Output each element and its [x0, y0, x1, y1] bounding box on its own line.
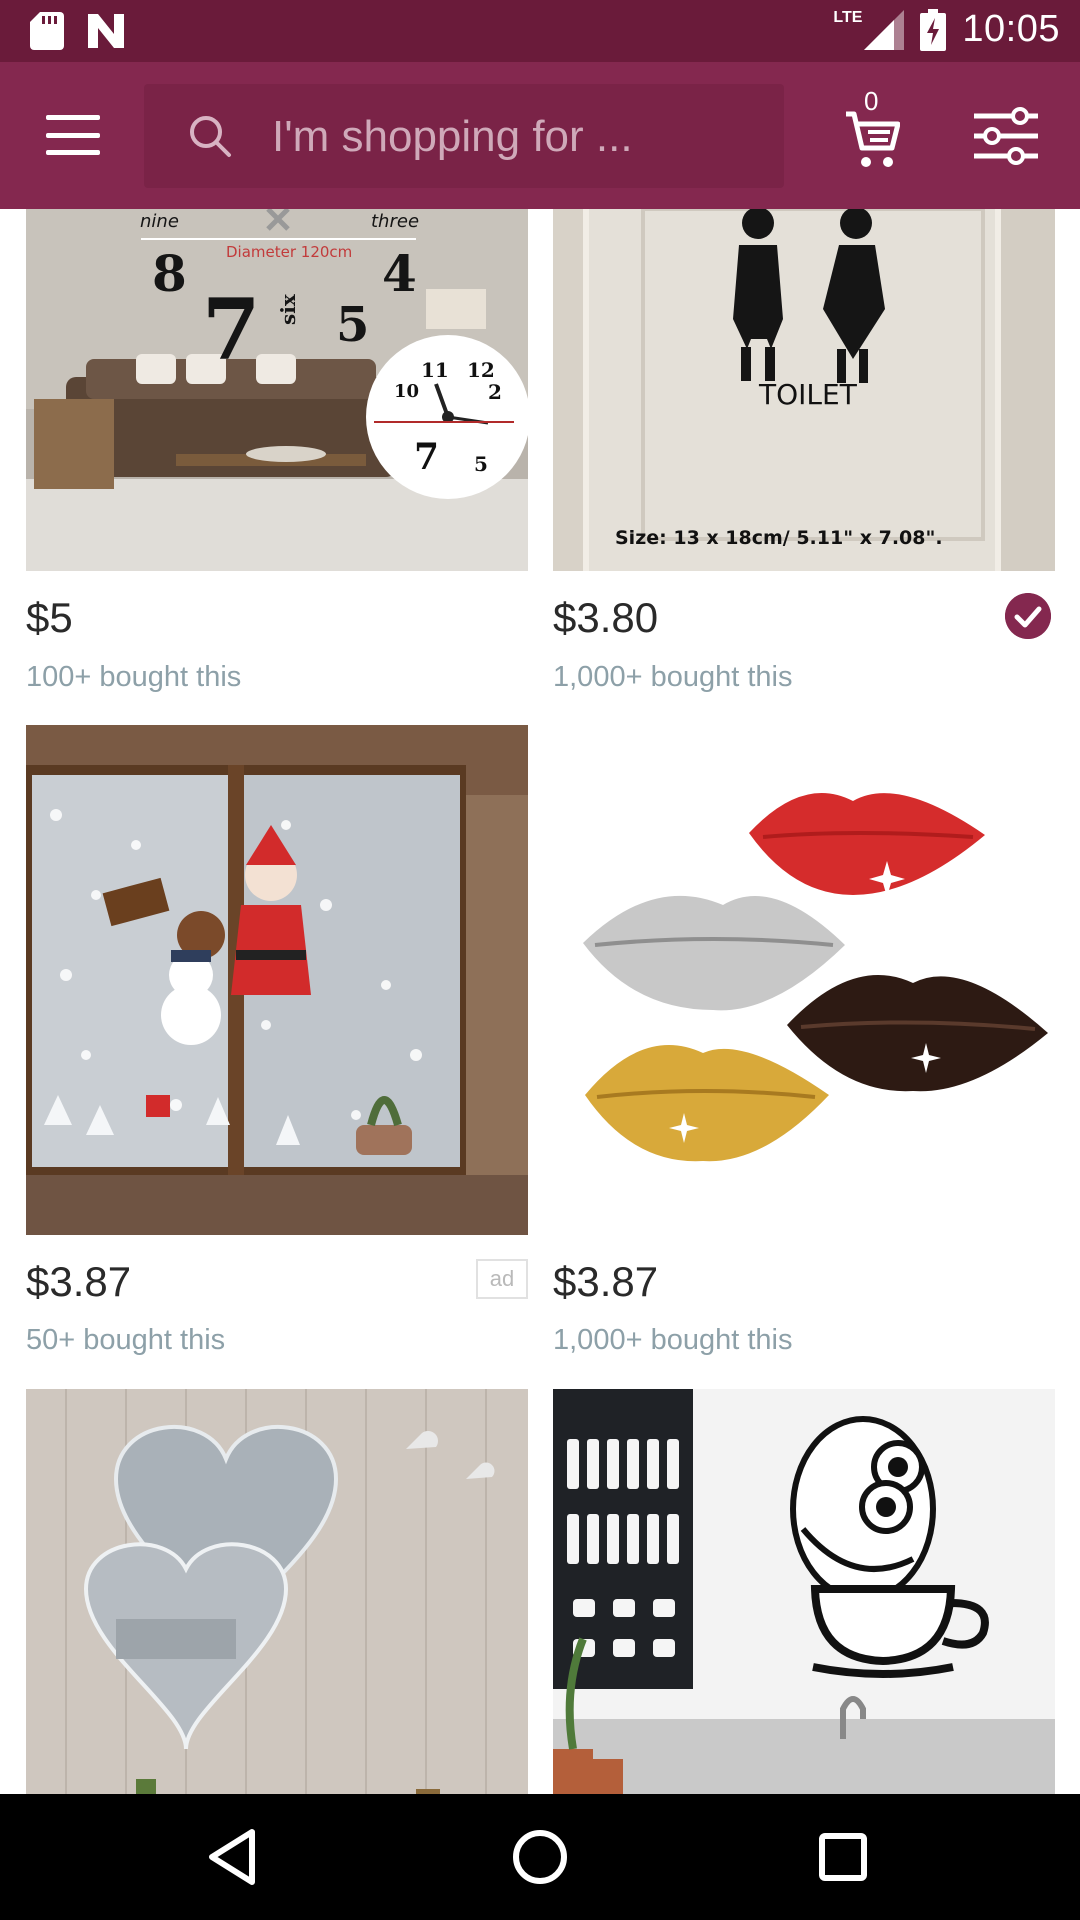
svg-text:12: 12 — [467, 358, 495, 382]
product-image[interactable] — [26, 725, 528, 1235]
search-icon — [190, 116, 231, 157]
product-card[interactable]: 11 12 10 2 7 5 8 4 7 5 six nine three Di… — [26, 209, 528, 714]
product-bought-count: 1,000+ bought this — [553, 661, 793, 693]
search-placeholder: I'm shopping for ... — [272, 112, 633, 161]
product-card[interactable] — [553, 1389, 1055, 1794]
clock-word-nine: nine — [140, 211, 179, 232]
sd-card-icon — [30, 12, 64, 50]
product-card[interactable]: $3.87 ad 50+ bought this — [26, 725, 528, 1375]
product-image[interactable]: TOILET Size: 13 x 18cm/ 5.11" x 7.08". — [553, 209, 1055, 571]
menu-icon-line — [46, 115, 100, 120]
search-input[interactable]: I'm shopping for ... — [144, 84, 784, 188]
svg-text:2: 2 — [488, 380, 502, 404]
product-bought-count: 100+ bought this — [26, 661, 242, 693]
product-image[interactable] — [26, 1389, 528, 1794]
product-bought-count: 50+ bought this — [26, 1324, 226, 1356]
clock-digit-5: 5 — [336, 297, 369, 353]
product-grid: 11 12 10 2 7 5 8 4 7 5 six nine three Di… — [0, 209, 1080, 1794]
menu-icon-line — [46, 132, 100, 138]
svg-text:10: 10 — [394, 381, 419, 402]
toilet-label: TOILET — [758, 378, 858, 411]
notification-n-icon — [88, 14, 124, 48]
cart-button[interactable]: 0 — [838, 86, 908, 172]
product-image[interactable] — [553, 1389, 1055, 1794]
product-price: $3.80 — [553, 594, 659, 641]
toilet-size-label: Size: 13 x 18cm/ 5.11" x 7.08". — [615, 527, 943, 549]
recents-icon[interactable] — [808, 1822, 878, 1892]
clock-digit-8: 8 — [152, 244, 187, 303]
cart-icon — [846, 111, 900, 167]
product-image[interactable] — [553, 725, 1055, 1235]
product-price: $3.87 — [26, 1258, 132, 1305]
back-icon[interactable] — [200, 1822, 270, 1892]
product-card[interactable]: $3.87 1,000+ bought this — [553, 725, 1055, 1375]
battery-charging-icon — [920, 8, 947, 51]
status-time: 10:05 — [962, 8, 1060, 50]
filter-icon — [974, 107, 1038, 165]
product-bought-count: 1,000+ bought this — [553, 1324, 793, 1356]
svg-text:5: 5 — [474, 452, 488, 476]
home-icon[interactable] — [505, 1822, 575, 1892]
ad-badge: ad — [476, 1259, 528, 1299]
status-bar: LTE 10:05 — [0, 0, 1080, 62]
menu-button[interactable] — [40, 107, 106, 163]
product-card[interactable] — [26, 1389, 528, 1794]
svg-text:11: 11 — [421, 358, 449, 382]
clock-digit-4: 4 — [382, 244, 417, 303]
clock-diameter-label: Diameter 120cm — [226, 243, 352, 261]
product-price: $3.87 — [553, 1258, 659, 1305]
product-price: $5 — [26, 594, 73, 641]
clock-digit-7: 7 — [202, 280, 260, 379]
menu-icon-line — [46, 150, 100, 155]
filter-button[interactable] — [972, 106, 1040, 166]
app-bar: I'm shopping for ... 0 — [0, 62, 1080, 209]
clock-word-six: six — [276, 293, 300, 325]
lte-signal-icon — [864, 9, 905, 50]
system-navigation-bar — [0, 1794, 1080, 1920]
clock-word-three: three — [371, 211, 419, 232]
product-card[interactable]: TOILET Size: 13 x 18cm/ 5.11" x 7.08". $… — [553, 209, 1055, 714]
verified-badge-icon — [1005, 593, 1051, 639]
product-image[interactable]: 11 12 10 2 7 5 8 4 7 5 six nine three Di… — [26, 209, 528, 571]
svg-text:7: 7 — [414, 436, 439, 478]
lte-label: LTE — [833, 8, 863, 26]
